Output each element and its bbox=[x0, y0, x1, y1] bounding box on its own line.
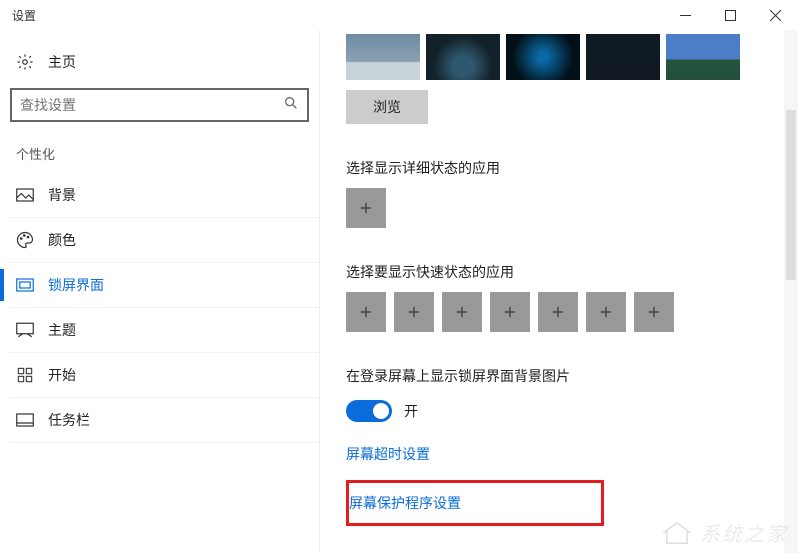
sidebar-item-label: 任务栏 bbox=[48, 410, 90, 430]
search-box[interactable] bbox=[10, 88, 309, 122]
add-quick-app-button[interactable] bbox=[394, 292, 434, 332]
screen-timeout-link[interactable]: 屏幕超时设置 bbox=[346, 444, 430, 464]
sidebar: 主页 个性化 背景 颜色 锁 bbox=[0, 30, 320, 553]
plus-icon bbox=[407, 305, 421, 319]
sidebar-item-colors[interactable]: 颜色 bbox=[10, 218, 319, 263]
sidebar-item-background[interactable]: 背景 bbox=[10, 173, 319, 218]
gear-icon bbox=[16, 53, 34, 71]
close-button[interactable] bbox=[753, 0, 798, 30]
lockscreen-icon bbox=[16, 276, 34, 294]
signin-bg-label: 在登录屏幕上显示锁屏界面背景图片 bbox=[346, 366, 778, 386]
search-input[interactable] bbox=[20, 97, 283, 113]
plus-icon bbox=[503, 305, 517, 319]
scrollbar-thumb[interactable] bbox=[786, 110, 796, 280]
minimize-button[interactable] bbox=[663, 0, 708, 30]
screensaver-settings-link[interactable]: 屏幕保护程序设置 bbox=[349, 493, 461, 513]
sidebar-item-label: 背景 bbox=[48, 185, 76, 205]
plus-icon bbox=[455, 305, 469, 319]
picture-icon bbox=[16, 186, 34, 204]
thumbnail[interactable] bbox=[506, 34, 580, 80]
toggle-state-label: 开 bbox=[404, 401, 418, 421]
thumbnail[interactable] bbox=[426, 34, 500, 80]
sidebar-item-taskbar[interactable]: 任务栏 bbox=[10, 398, 319, 443]
sidebar-section-heading: 个性化 bbox=[10, 140, 319, 173]
plus-icon bbox=[359, 201, 373, 215]
maximize-button[interactable] bbox=[708, 0, 753, 30]
palette-icon bbox=[16, 231, 34, 249]
plus-icon bbox=[359, 305, 373, 319]
quick-status-row bbox=[346, 292, 778, 332]
home-label: 主页 bbox=[48, 52, 76, 72]
add-quick-app-button[interactable] bbox=[490, 292, 530, 332]
quick-status-label: 选择要显示快速状态的应用 bbox=[346, 262, 778, 282]
plus-icon bbox=[599, 305, 613, 319]
sidebar-item-label: 锁屏界面 bbox=[48, 275, 104, 295]
plus-icon bbox=[647, 305, 661, 319]
highlight-box: 屏幕保护程序设置 bbox=[346, 480, 604, 526]
add-quick-app-button[interactable] bbox=[346, 292, 386, 332]
sidebar-item-label: 主题 bbox=[48, 320, 76, 340]
detail-status-label: 选择显示详细状态的应用 bbox=[346, 158, 778, 178]
thumbnail-row bbox=[346, 34, 778, 80]
taskbar-icon bbox=[16, 411, 34, 429]
thumbnail[interactable] bbox=[666, 34, 740, 80]
window-controls bbox=[663, 0, 798, 30]
thumbnail[interactable] bbox=[346, 34, 420, 80]
add-quick-app-button[interactable] bbox=[442, 292, 482, 332]
browse-button[interactable]: 浏览 bbox=[346, 90, 428, 124]
main-panel: 浏览 选择显示详细状态的应用 选择要显示快速状态的应用 在登录屏幕上显示锁屏界面… bbox=[320, 30, 798, 553]
sidebar-item-themes[interactable]: 主题 bbox=[10, 308, 319, 353]
signin-bg-toggle[interactable] bbox=[346, 400, 392, 422]
themes-icon bbox=[16, 321, 34, 339]
add-quick-app-button[interactable] bbox=[586, 292, 626, 332]
start-icon bbox=[16, 366, 34, 384]
sidebar-item-start[interactable]: 开始 bbox=[10, 353, 319, 398]
search-icon bbox=[283, 95, 299, 116]
sidebar-item-label: 颜色 bbox=[48, 230, 76, 250]
add-quick-app-button[interactable] bbox=[634, 292, 674, 332]
thumbnail[interactable] bbox=[586, 34, 660, 80]
sidebar-item-lockscreen[interactable]: 锁屏界面 bbox=[10, 263, 319, 308]
plus-icon bbox=[551, 305, 565, 319]
add-quick-app-button[interactable] bbox=[538, 292, 578, 332]
add-detail-app-button[interactable] bbox=[346, 188, 386, 228]
scrollbar[interactable] bbox=[784, 30, 798, 553]
sidebar-item-label: 开始 bbox=[48, 365, 76, 385]
home-row[interactable]: 主页 bbox=[10, 38, 319, 88]
